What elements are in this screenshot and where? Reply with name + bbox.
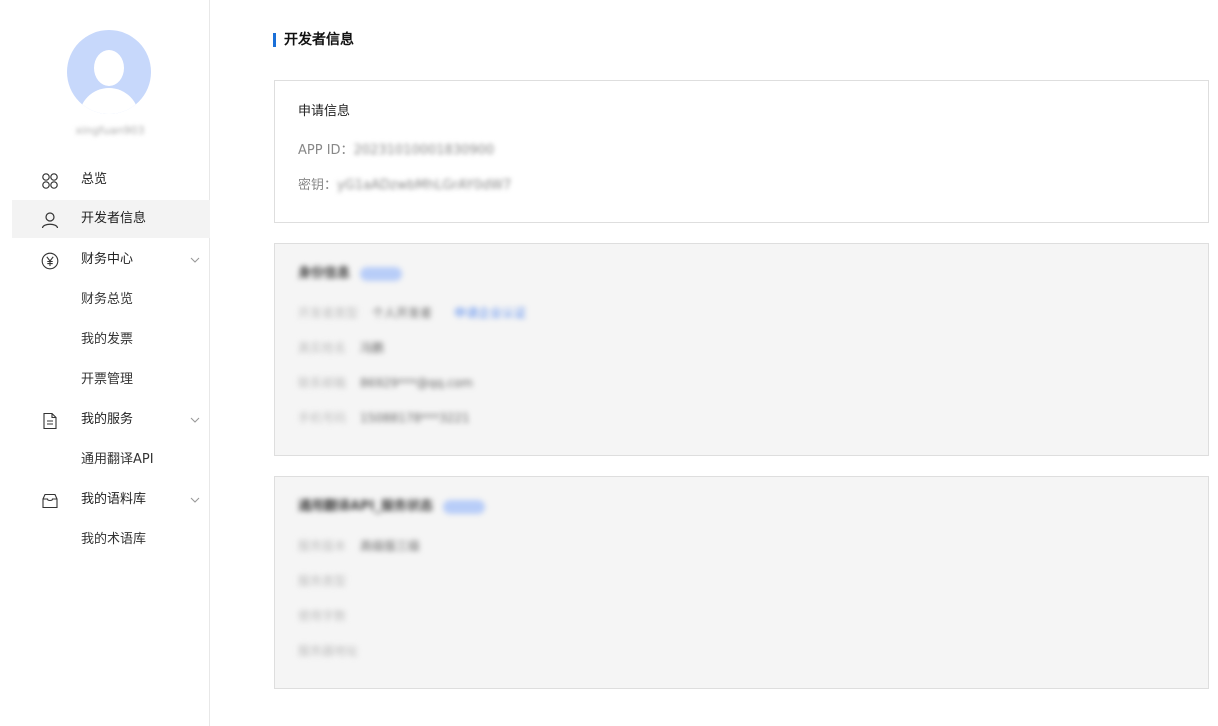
identity-row: 真实姓名 冯鹏 (298, 340, 384, 356)
service-title-text: 通用翻译API_服务状态 (298, 499, 433, 514)
sidebar-item-label: 财务中心 (81, 252, 134, 267)
service-row: 服务版本 高级版三级 (298, 538, 420, 554)
identity-title-text: 身份信息 (298, 266, 351, 281)
sidebar-item-finance-center[interactable]: 财务中心 (12, 241, 210, 279)
identity-row: 手机号码 15088178***3221 (298, 410, 470, 426)
identity-info-card: 身份信息 已认证 开发者类型 个人开发者 申请企业认证 真实姓名 冯鹏 联系邮箱 8692… (274, 243, 1209, 456)
page-title: 开发者信息 (273, 31, 354, 49)
service-row: 服务类型 (298, 573, 346, 589)
sidebar-subitem-my-invoices[interactable]: 我的发票 (12, 321, 210, 359)
grid-icon (42, 173, 58, 189)
chevron-down-icon[interactable] (189, 494, 201, 506)
secret-key-field: 密钥：yG1aADzwbMhLGrAY0dW7 (298, 178, 511, 194)
secret-key-value: yG1aADzwbMhLGrAY0dW7 (337, 178, 512, 193)
sidebar-subitem-my-termbase[interactable]: 我的术语库 (12, 521, 210, 559)
sidebar-item-overview[interactable]: 总览 (12, 161, 210, 199)
sidebar-subitem-general-translate-api[interactable]: 通用翻译API (12, 441, 210, 479)
service-row-key: 服务器地址 (298, 644, 359, 658)
identity-row-value: 15088178***3221 (360, 411, 470, 425)
sidebar-item-my-corpus[interactable]: 我的语料库 (12, 481, 210, 519)
app-id-field: APP ID：20231010001830900 (298, 143, 494, 159)
identity-row-key: 联系邮箱 (298, 376, 347, 390)
avatar-body-shape (79, 88, 139, 114)
archive-box-icon (42, 493, 58, 509)
secret-key-label: 密钥： (298, 178, 338, 193)
app-id-label: APP ID： (298, 143, 354, 158)
user-icon (41, 212, 59, 229)
sidebar-subitem-label: 财务总览 (81, 292, 134, 307)
status-badge: 已开通 (442, 499, 485, 514)
service-status-title: 通用翻译API_服务状态 已开通 (298, 499, 485, 515)
document-icon (43, 412, 57, 430)
service-row: 服务器地址 (298, 643, 358, 659)
sidebar-item-label: 我的服务 (81, 412, 134, 427)
application-info-title: 申请信息 (298, 104, 351, 119)
sidebar-subitem-label: 我的术语库 (81, 532, 147, 547)
identity-info-title: 身份信息 已认证 (298, 266, 403, 282)
app-id-value: 20231010001830900 (353, 143, 495, 158)
chevron-down-icon[interactable] (189, 254, 201, 266)
service-row: 使用字数 (298, 608, 346, 624)
service-row-key: 服务类型 (298, 574, 347, 588)
application-info-card: 申请信息 APP ID：20231010001830900 密钥：yG1aADz… (274, 80, 1209, 223)
identity-row-key: 真实姓名 (298, 341, 347, 355)
identity-row-value: 个人开发者 (372, 306, 433, 320)
sidebar-subitem-label: 我的发票 (81, 332, 134, 347)
sidebar-item-label: 开发者信息 (81, 211, 147, 226)
avatar[interactable] (67, 30, 151, 114)
sidebar-item-label: 总览 (81, 172, 108, 187)
yen-icon (41, 252, 59, 270)
sidebar: xingfuan903 总览 开发者信息 财务中心 财务总览 我的发票 开票管理… (0, 0, 210, 726)
sidebar-subitem-label: 开票管理 (81, 372, 134, 387)
identity-row-key: 手机号码 (298, 411, 347, 425)
sidebar-subitem-finance-overview[interactable]: 财务总览 (12, 281, 210, 319)
username: xingfuan903 (75, 124, 145, 137)
sidebar-item-developer-info[interactable]: 开发者信息 (12, 200, 210, 238)
identity-row: 联系邮箱 86929***@qq.com (298, 375, 473, 391)
service-row-value: 高级版三级 (360, 539, 421, 553)
sidebar-item-my-services[interactable]: 我的服务 (12, 401, 210, 439)
identity-row-value: 冯鹏 (360, 341, 385, 355)
sidebar-subitem-invoice-management[interactable]: 开票管理 (12, 361, 210, 399)
identity-row-key: 开发者类型 (298, 306, 359, 320)
identity-row-value: 86929***@qq.com (360, 376, 473, 390)
service-row-key: 服务版本 (298, 539, 347, 553)
apply-enterprise-link[interactable]: 申请企业认证 (454, 305, 526, 321)
service-row-key: 使用字数 (298, 609, 347, 623)
chevron-down-icon[interactable] (189, 414, 201, 426)
status-badge: 已认证 (360, 266, 403, 281)
identity-row: 开发者类型 个人开发者 申请企业认证 (298, 305, 526, 321)
sidebar-subitem-label: 通用翻译API (81, 452, 154, 467)
service-status-card: 通用翻译API_服务状态 已开通 服务版本 高级版三级 服务类型 使用字数 服务器地… (274, 476, 1209, 689)
sidebar-item-label: 我的语料库 (81, 492, 147, 507)
avatar-head-shape (94, 50, 124, 86)
